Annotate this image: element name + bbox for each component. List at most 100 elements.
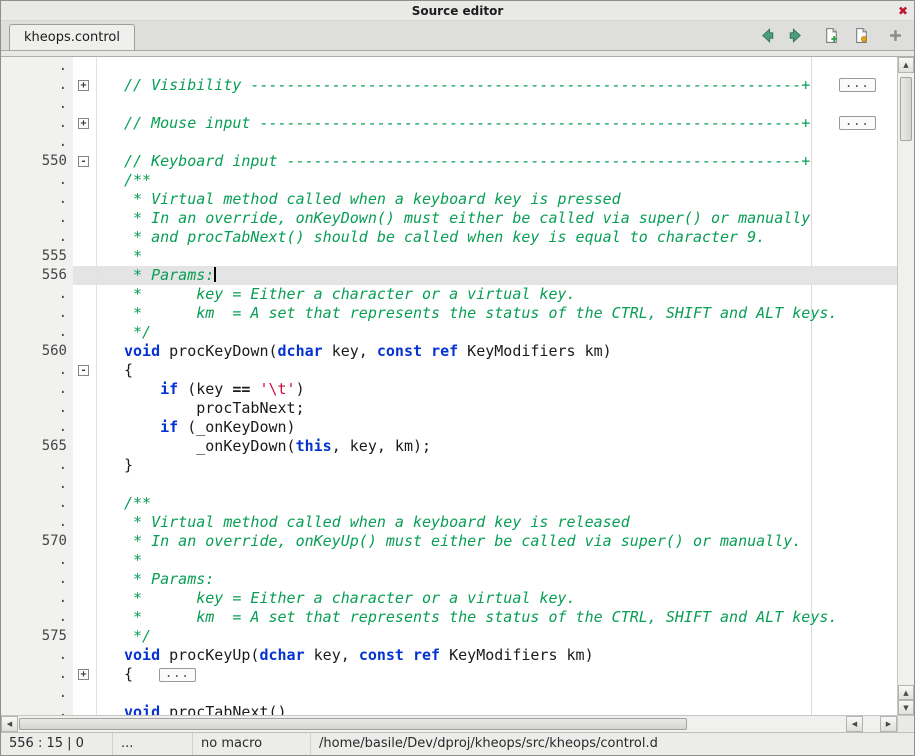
code-line[interactable]: .}	[1, 456, 897, 475]
fold-margin	[73, 703, 97, 715]
fold-margin: +	[73, 76, 97, 95]
line-number: 550	[1, 152, 73, 171]
line-number: .	[1, 475, 73, 494]
code-line[interactable]: .-{	[1, 361, 897, 380]
fold-ellipsis[interactable]: ...	[159, 668, 196, 682]
fold-margin	[73, 456, 97, 475]
code-line[interactable]: . */	[1, 323, 897, 342]
code-line[interactable]: . if (key == '\t')	[1, 380, 897, 399]
tab-bar: kheops.control	[1, 21, 914, 51]
fold-margin	[73, 608, 97, 627]
close-icon[interactable]: ✖	[898, 1, 908, 21]
line-number: .	[1, 551, 73, 570]
fold-margin	[73, 437, 97, 456]
horizontal-scrollbar[interactable]: ◀ ◀ ▶	[1, 715, 897, 732]
code-text	[97, 57, 897, 76]
new-document-button[interactable]	[820, 25, 842, 47]
code-line[interactable]: .void procTabNext()	[1, 703, 897, 715]
titlebar[interactable]: Source editor ✖	[1, 1, 914, 21]
code-line[interactable]: . * key = Either a character or a virtua…	[1, 285, 897, 304]
scroll-left-button[interactable]: ◀	[1, 716, 18, 732]
vertical-scrollbar[interactable]: ▲ ▲ ▼	[897, 57, 914, 715]
code-line[interactable]: . * Virtual method called when a keyboar…	[1, 513, 897, 532]
down-arrow-icon: ▼	[903, 704, 908, 712]
macro-status: no macro	[193, 733, 311, 755]
fold-toggle-icon[interactable]: -	[78, 365, 89, 376]
code-line[interactable]: .void procKeyUp(dchar key, const ref Key…	[1, 646, 897, 665]
scroll-left-button-right[interactable]: ◀	[846, 716, 863, 732]
code-line[interactable]: 565 _onKeyDown(this, key, km);	[1, 437, 897, 456]
code-line[interactable]: 555 *	[1, 247, 897, 266]
fold-margin	[73, 247, 97, 266]
fold-margin	[73, 646, 97, 665]
code-line[interactable]: . * and procTabNext() should be called w…	[1, 228, 897, 247]
vertical-scrollbar-thumb[interactable]	[900, 77, 912, 141]
scroll-down-button[interactable]: ▼	[898, 700, 914, 715]
fold-toggle-icon[interactable]: +	[78, 669, 89, 680]
line-number: .	[1, 703, 73, 715]
code-line[interactable]: 570 * In an override, onKeyUp() must eit…	[1, 532, 897, 551]
code-line[interactable]: .	[1, 133, 897, 152]
fold-toggle-icon[interactable]: +	[78, 80, 89, 91]
code-line[interactable]: .	[1, 475, 897, 494]
fold-toggle-icon[interactable]: -	[78, 156, 89, 167]
code-line[interactable]: . if (_onKeyDown)	[1, 418, 897, 437]
fold-margin	[73, 266, 97, 285]
code-editor[interactable]: ..+// Visibility -----------------------…	[1, 57, 897, 715]
code-text	[97, 684, 897, 703]
fold-margin	[73, 228, 97, 247]
code-line[interactable]: 575 */	[1, 627, 897, 646]
code-line[interactable]: .+// Visibility ------------------------…	[1, 76, 897, 95]
code-line[interactable]: . * Virtual method called when a keyboar…	[1, 190, 897, 209]
code-line[interactable]: . procTabNext;	[1, 399, 897, 418]
line-number: .	[1, 665, 73, 684]
scroll-up-button-bottom[interactable]: ▲	[898, 685, 914, 700]
code-line[interactable]: . * In an override, onKeyDown() must eit…	[1, 209, 897, 228]
fold-toggle-icon[interactable]: +	[78, 118, 89, 129]
code-text: * Virtual method called when a keyboard …	[97, 513, 897, 532]
back-button[interactable]	[756, 25, 778, 47]
code-text: // Visibility --------------------------…	[97, 76, 897, 95]
line-number: .	[1, 589, 73, 608]
code-text: * km = A set that represents the status …	[97, 608, 897, 627]
code-line[interactable]: ./**	[1, 494, 897, 513]
scroll-right-button[interactable]: ▶	[880, 716, 897, 732]
code-text: void procKeyDown(dchar key, const ref Ke…	[97, 342, 897, 361]
line-number: .	[1, 57, 73, 76]
code-lines[interactable]: ..+// Visibility -----------------------…	[1, 57, 897, 715]
status-bar: 556 : 15 | 0 ... no macro /home/basile/D…	[1, 732, 914, 755]
code-line[interactable]: .+// Mouse input -----------------------…	[1, 114, 897, 133]
horizontal-scrollbar-thumb[interactable]	[19, 718, 687, 730]
fold-ellipsis[interactable]: ...	[839, 78, 876, 92]
code-text: * In an override, onKeyUp() must either …	[97, 532, 897, 551]
fold-ellipsis[interactable]: ...	[839, 116, 876, 130]
code-line[interactable]: ./**	[1, 171, 897, 190]
code-line[interactable]: . * Params:	[1, 570, 897, 589]
detach-button[interactable]	[884, 25, 906, 47]
code-line[interactable]: . *	[1, 551, 897, 570]
line-number: .	[1, 323, 73, 342]
code-text: /**	[97, 494, 897, 513]
code-line[interactable]: 550-// Keyboard input ------------------…	[1, 152, 897, 171]
fold-margin	[73, 570, 97, 589]
fold-margin	[73, 494, 97, 513]
code-line[interactable]: . * key = Either a character or a virtua…	[1, 589, 897, 608]
code-line[interactable]: 560void procKeyDown(dchar key, const ref…	[1, 342, 897, 361]
tab-label: kheops.control	[24, 30, 120, 45]
forward-button[interactable]	[784, 25, 806, 47]
scroll-up-button[interactable]: ▲	[898, 57, 914, 73]
caret-position-status: 556 : 15 | 0	[1, 733, 113, 755]
fold-margin	[73, 57, 97, 76]
code-line[interactable]: 556 * Params:	[1, 266, 897, 285]
fold-margin	[73, 133, 97, 152]
left-arrow-icon: ◀	[7, 720, 12, 728]
code-line[interactable]: .	[1, 57, 897, 76]
open-document-button[interactable]	[850, 25, 872, 47]
tab-kheops-control[interactable]: kheops.control	[9, 24, 135, 50]
file-path-status: /home/basile/Dev/dproj/kheops/src/kheops…	[311, 733, 914, 755]
code-line[interactable]: . * km = A set that represents the statu…	[1, 304, 897, 323]
code-line[interactable]: .	[1, 95, 897, 114]
code-line[interactable]: .+{...	[1, 665, 897, 684]
code-line[interactable]: . * km = A set that represents the statu…	[1, 608, 897, 627]
code-line[interactable]: .	[1, 684, 897, 703]
